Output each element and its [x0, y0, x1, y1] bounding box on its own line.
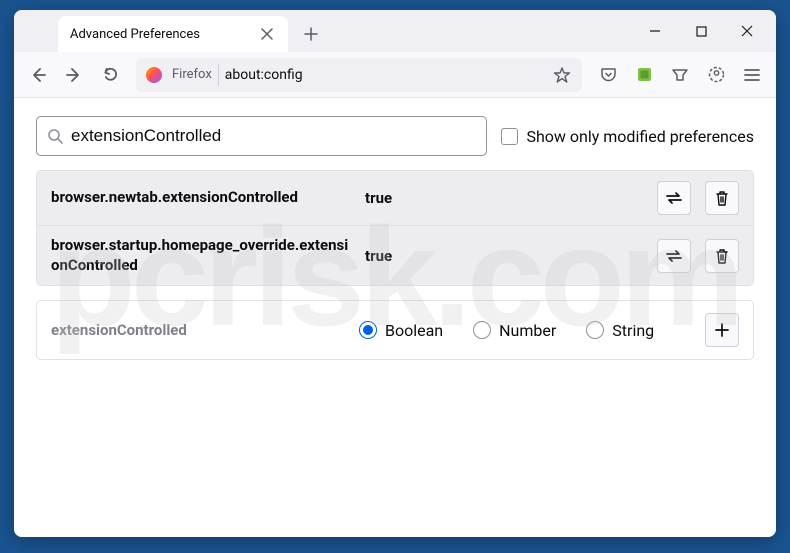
plus-icon [715, 323, 729, 337]
back-button[interactable] [22, 59, 54, 91]
toggle-arrows-icon [665, 191, 683, 205]
radio-icon [586, 321, 604, 339]
search-icon [47, 128, 63, 144]
radio-boolean[interactable]: Boolean [359, 321, 443, 340]
inbox-icon[interactable] [664, 59, 696, 91]
account-icon[interactable] [700, 59, 732, 91]
tab-title: Advanced Preferences [70, 27, 200, 42]
radio-number[interactable]: Number [473, 321, 556, 340]
type-radio-group: Boolean Number String [359, 321, 654, 340]
radio-icon [359, 321, 377, 339]
url-identity-label: Firefox [172, 64, 219, 86]
preference-table: browser.newtab.extensionControlled true … [36, 170, 754, 286]
radio-label: String [612, 321, 654, 340]
toggle-button[interactable] [657, 239, 691, 273]
navigation-toolbar: Firefox about:config [14, 52, 776, 98]
titlebar: Advanced Preferences [14, 10, 776, 52]
browser-window: Advanced Preferences [14, 10, 776, 537]
delete-button[interactable] [705, 181, 739, 215]
bookmark-star-icon[interactable] [546, 59, 578, 91]
url-text: about:config [225, 67, 303, 83]
add-preference-row: extensionControlled Boolean Number Strin… [36, 300, 754, 360]
search-row: Show only modified preferences [36, 116, 754, 156]
toggle-button[interactable] [657, 181, 691, 215]
pref-search-input[interactable] [71, 126, 476, 146]
new-tab-button[interactable] [296, 19, 326, 49]
minimize-button[interactable] [632, 15, 678, 47]
checkbox-label: Show only modified preferences [526, 127, 754, 146]
pocket-icon[interactable] [592, 59, 624, 91]
browser-tab[interactable]: Advanced Preferences [58, 16, 288, 52]
firefox-logo-icon [146, 67, 162, 83]
delete-button[interactable] [705, 239, 739, 273]
close-tab-icon[interactable] [258, 25, 276, 43]
menu-hamburger-icon[interactable] [736, 59, 768, 91]
trash-icon [715, 190, 729, 206]
maximize-button[interactable] [678, 15, 724, 47]
url-bar[interactable]: Firefox about:config [136, 58, 582, 92]
close-window-button[interactable] [724, 15, 770, 47]
preference-name: browser.newtab.extensionControlled [51, 188, 351, 208]
toggle-arrows-icon [665, 249, 683, 263]
reload-button[interactable] [94, 59, 126, 91]
preference-value: true [365, 189, 392, 207]
pref-search-box[interactable] [36, 116, 487, 156]
extension-puzzle-icon[interactable] [628, 59, 660, 91]
add-preference-button[interactable] [705, 313, 739, 347]
forward-button[interactable] [58, 59, 90, 91]
preference-row[interactable]: browser.startup.homepage_override.extens… [37, 225, 753, 285]
new-preference-name: extensionControlled [51, 321, 341, 339]
radio-label: Boolean [385, 321, 443, 340]
radio-icon [473, 321, 491, 339]
preference-name: browser.startup.homepage_override.extens… [51, 236, 351, 275]
window-controls [632, 10, 770, 52]
show-only-modified-checkbox[interactable]: Show only modified preferences [501, 127, 754, 146]
checkbox-icon [501, 128, 518, 145]
radio-string[interactable]: String [586, 321, 654, 340]
preference-value: true [365, 247, 392, 265]
radio-label: Number [499, 321, 556, 340]
preference-row[interactable]: browser.newtab.extensionControlled true [37, 171, 753, 225]
about-config-content: Show only modified preferences browser.n… [14, 98, 776, 537]
trash-icon [715, 248, 729, 264]
